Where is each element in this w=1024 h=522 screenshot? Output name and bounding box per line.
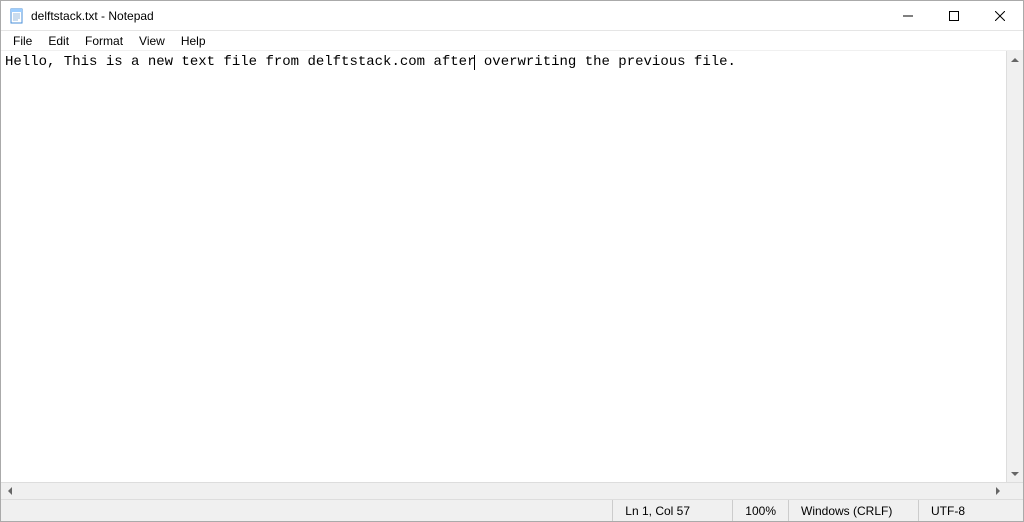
status-encoding: UTF-8 — [918, 500, 1023, 521]
editor-text-before: Hello, This is a new text file from delf… — [5, 54, 475, 70]
menu-edit[interactable]: Edit — [40, 32, 77, 50]
notepad-icon — [9, 8, 25, 24]
menubar: File Edit Format View Help — [1, 31, 1023, 51]
status-cursor-position: Ln 1, Col 57 — [612, 500, 732, 521]
vertical-scrollbar[interactable] — [1006, 51, 1023, 482]
scroll-left-arrow-icon[interactable] — [1, 483, 18, 499]
status-line-ending: Windows (CRLF) — [788, 500, 918, 521]
menu-help[interactable]: Help — [173, 32, 214, 50]
menu-view[interactable]: View — [131, 32, 173, 50]
close-button[interactable] — [977, 1, 1023, 30]
text-editor[interactable]: Hello, This is a new text file from delf… — [1, 51, 1006, 482]
hscroll-track[interactable] — [18, 483, 989, 499]
maximize-button[interactable] — [931, 1, 977, 30]
scroll-down-arrow-icon[interactable] — [1007, 465, 1023, 482]
scroll-up-arrow-icon[interactable] — [1007, 51, 1023, 68]
menu-format[interactable]: Format — [77, 32, 131, 50]
horizontal-scrollbar[interactable] — [1, 482, 1023, 499]
text-cursor — [474, 55, 475, 70]
status-zoom: 100% — [732, 500, 788, 521]
menu-file[interactable]: File — [5, 32, 40, 50]
scroll-corner — [1006, 483, 1023, 499]
statusbar: Ln 1, Col 57 100% Windows (CRLF) UTF-8 — [1, 499, 1023, 521]
editor-text-after: overwriting the previous file. — [475, 54, 735, 70]
window-title: delftstack.txt - Notepad — [31, 9, 885, 23]
window-controls — [885, 1, 1023, 30]
titlebar: delftstack.txt - Notepad — [1, 1, 1023, 31]
editor-area: Hello, This is a new text file from delf… — [1, 51, 1023, 482]
minimize-button[interactable] — [885, 1, 931, 30]
scroll-right-arrow-icon[interactable] — [989, 483, 1006, 499]
